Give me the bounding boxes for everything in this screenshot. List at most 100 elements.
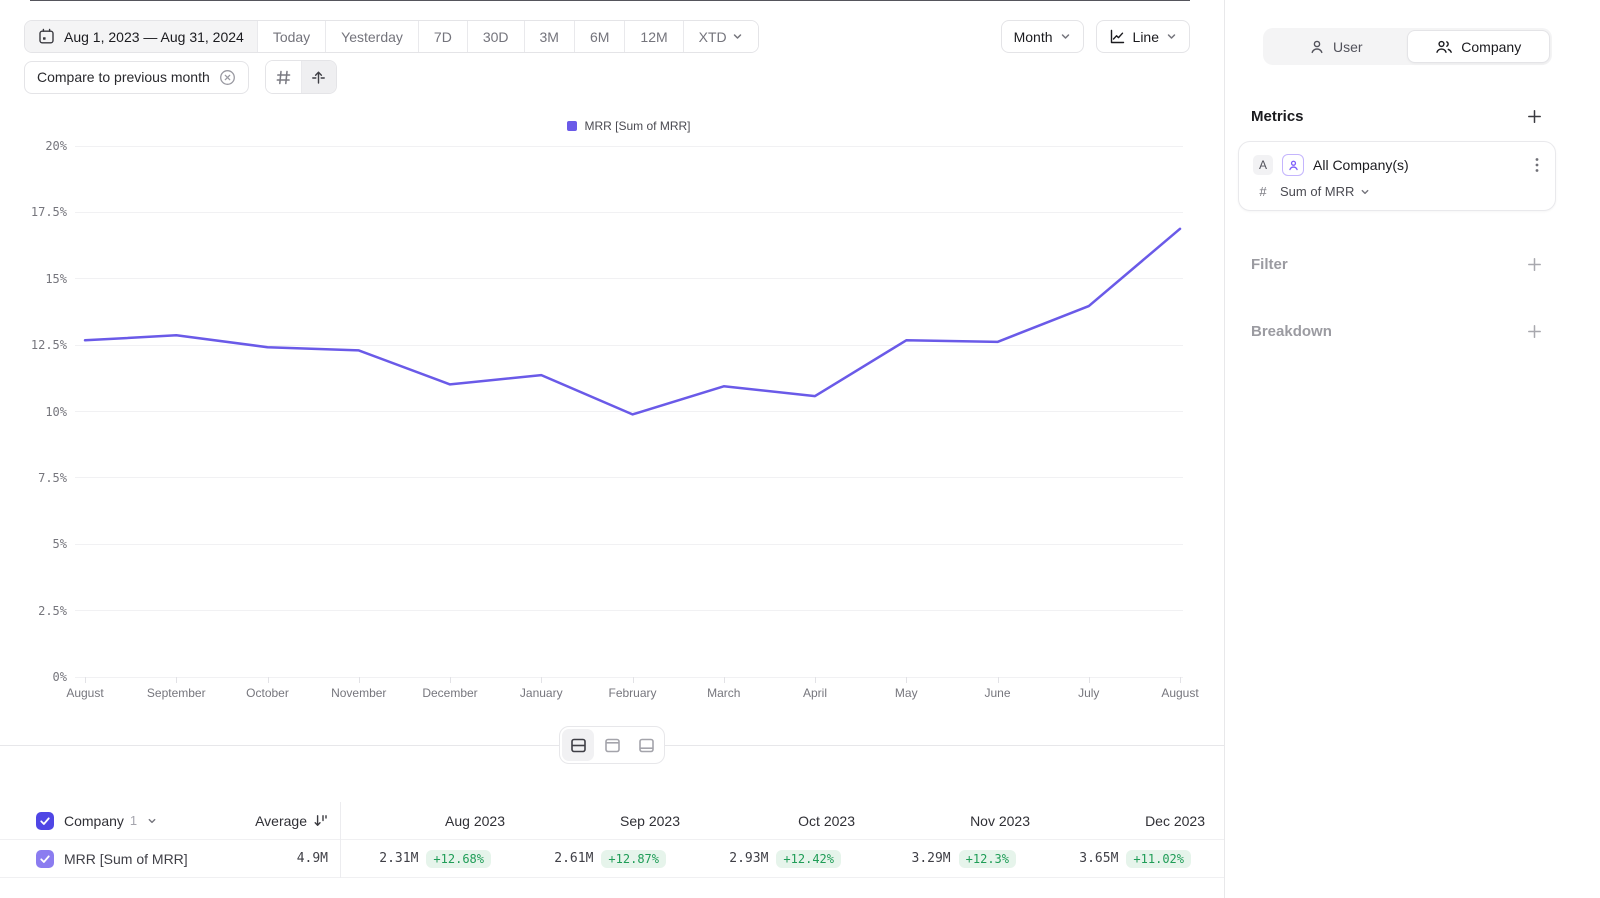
table-cell: 2.31M+12.68% xyxy=(340,850,515,868)
column-header-label: Oct 2023 xyxy=(798,813,855,829)
x-axis-label: June xyxy=(984,686,1010,700)
column-header-cell[interactable]: Nov 2023 xyxy=(865,813,1040,829)
cell-value: 2.31M xyxy=(379,851,418,866)
cell-delta-badge: +12.87% xyxy=(601,850,666,868)
plot-area[interactable]: 0%2.5%5%7.5%10%12.5%15%17.5%20%AugustSep… xyxy=(75,146,1183,677)
range-button-7d[interactable]: 7D xyxy=(418,21,467,52)
layout-toggle-group xyxy=(559,726,665,764)
x-axis-label: April xyxy=(803,686,827,700)
range-button-label: 7D xyxy=(434,29,452,45)
cell-delta-badge: +12.42% xyxy=(776,850,841,868)
range-button-today[interactable]: Today xyxy=(257,21,325,52)
range-button-30d[interactable]: 30D xyxy=(467,21,524,52)
annotations-toggle-button[interactable] xyxy=(301,61,336,93)
add-metric-button[interactable] xyxy=(1525,107,1544,126)
x-axis-tick xyxy=(724,677,725,683)
range-button-xtd[interactable]: XTD xyxy=(683,21,758,52)
column-header-cell[interactable]: Oct 2023 xyxy=(690,813,865,829)
y-axis-label: 17.5% xyxy=(31,205,67,219)
date-range-button[interactable]: Aug 1, 2023 — Aug 31, 2024 xyxy=(25,21,257,52)
summary-table: Company 1 Average Aug 2023Sep 2023Oct 20… xyxy=(0,802,1224,878)
range-button-label: XTD xyxy=(699,29,727,45)
chevron-down-icon xyxy=(732,31,743,42)
table-cell: 2.93M+12.42% xyxy=(690,850,865,868)
x-axis-tick xyxy=(1089,677,1090,683)
range-button-3m[interactable]: 3M xyxy=(524,21,574,52)
aggregation-selector[interactable]: Sum of MRR xyxy=(1280,184,1370,199)
table-row[interactable]: MRR [Sum of MRR] 4.9M 2.31M+12.68%2.61M+… xyxy=(0,840,1224,878)
y-axis-label: 7.5% xyxy=(38,471,67,485)
cell-delta-badge: +12.3% xyxy=(959,850,1016,868)
y-axis-label: 0% xyxy=(53,670,67,684)
quick-ranges: Today Yesterday 7D 30D3M6M12M XTD xyxy=(257,21,758,52)
cell-value: 2.61M xyxy=(554,851,593,866)
top-edge-line xyxy=(30,0,1190,1)
user-icon xyxy=(1309,39,1325,55)
group-column-header[interactable]: Company xyxy=(64,813,124,829)
layout-split-button[interactable] xyxy=(562,729,594,761)
x-axis-label: November xyxy=(331,686,386,700)
y-axis-label: 10% xyxy=(45,405,67,419)
x-axis-tick xyxy=(176,677,177,683)
layout-chart-only-button[interactable] xyxy=(596,729,628,761)
range-button-6m[interactable]: 6M xyxy=(574,21,624,52)
company-avatar-icon xyxy=(1282,154,1304,176)
metric-card[interactable]: A All Company(s) # Sum of MRR xyxy=(1238,141,1556,211)
audience-switcher: User Company xyxy=(1263,28,1552,65)
chart-type-button[interactable]: Line xyxy=(1096,20,1190,53)
x-axis-tick xyxy=(998,677,999,683)
y-axis-label: 5% xyxy=(53,537,67,551)
chart-type-label: Line xyxy=(1133,29,1159,45)
x-axis-tick xyxy=(633,677,634,683)
range-button-label: Today xyxy=(273,29,310,45)
column-header-cell[interactable]: Sep 2023 xyxy=(515,813,690,829)
breakdown-title: Breakdown xyxy=(1251,323,1332,340)
metrics-section-header: Metrics xyxy=(1251,107,1544,126)
x-axis-tick xyxy=(815,677,816,683)
x-axis-label: July xyxy=(1078,686,1099,700)
average-column-header[interactable]: Average xyxy=(255,813,307,829)
chevron-down-icon[interactable] xyxy=(147,816,157,826)
column-header-cell[interactable]: Dec 2023 xyxy=(1040,813,1215,829)
legend-label: MRR [Sum of MRR] xyxy=(584,119,690,133)
metrics-title: Metrics xyxy=(1251,108,1304,125)
close-circle-icon[interactable] xyxy=(219,69,236,86)
calendar-icon xyxy=(38,28,55,45)
column-header-cell[interactable]: Aug 2023 xyxy=(340,813,515,829)
metric-menu-button[interactable] xyxy=(1533,155,1541,175)
date-range-group: Aug 1, 2023 — Aug 31, 2024 Today Yesterda… xyxy=(24,20,759,53)
chevron-down-icon xyxy=(1166,31,1177,42)
chevron-down-icon xyxy=(1360,187,1370,197)
column-header-label: Sep 2023 xyxy=(620,813,680,829)
granularity-label: Month xyxy=(1014,29,1053,45)
toolbar-secondary: Compare to previous month xyxy=(24,60,337,94)
compare-chip[interactable]: Compare to previous month xyxy=(24,61,249,94)
main-panel: Aug 1, 2023 — Aug 31, 2024 Today Yesterda… xyxy=(0,0,1224,898)
x-axis-tick xyxy=(1180,677,1181,683)
add-breakdown-button[interactable] xyxy=(1525,322,1544,341)
range-button-label: Yesterday xyxy=(341,29,403,45)
x-axis-label: October xyxy=(246,686,289,700)
breakdown-section-header: Breakdown xyxy=(1251,322,1544,341)
y-axis-label: 12.5% xyxy=(31,338,67,352)
layout-table-only-button[interactable] xyxy=(630,729,662,761)
legend-swatch xyxy=(567,121,577,131)
metric-letter-badge: A xyxy=(1253,155,1273,175)
row-checkbox[interactable] xyxy=(36,850,54,868)
gridlines-toggle-button[interactable] xyxy=(266,61,301,93)
view-controls: Month Line xyxy=(1001,20,1190,53)
tab-user[interactable]: User xyxy=(1265,30,1407,63)
select-all-checkbox[interactable] xyxy=(36,812,54,830)
y-axis-label: 15% xyxy=(45,272,67,286)
cell-value: 3.29M xyxy=(912,851,951,866)
mrr-line-series xyxy=(75,146,1183,677)
sort-icon[interactable] xyxy=(313,813,328,828)
grid-icon xyxy=(275,69,292,86)
aggregation-label: Sum of MRR xyxy=(1280,184,1354,199)
row-average-value: 4.9M xyxy=(297,851,328,866)
range-button-yesterday[interactable]: Yesterday xyxy=(325,21,418,52)
tab-company[interactable]: Company xyxy=(1407,30,1551,63)
granularity-button[interactable]: Month xyxy=(1001,20,1084,53)
range-button-12m[interactable]: 12M xyxy=(624,21,682,52)
add-filter-button[interactable] xyxy=(1525,255,1544,274)
